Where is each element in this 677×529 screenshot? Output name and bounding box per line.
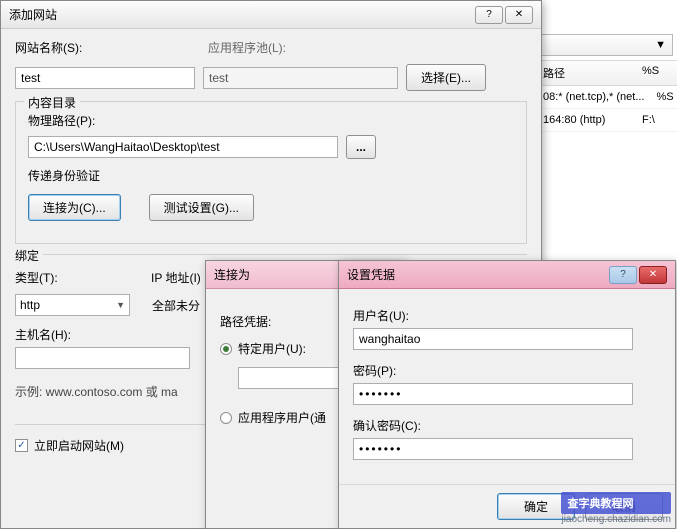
list-row-b: F:\ <box>636 109 677 132</box>
close-button[interactable]: ✕ <box>505 6 533 24</box>
titlebar: 添加网站 ? ✕ <box>1 1 541 29</box>
site-name-input[interactable] <box>15 67 195 89</box>
app-pool-label: 应用程序池(L): <box>208 39 286 56</box>
column-header[interactable]: 路径 <box>537 60 636 86</box>
dialog-title: 设置凭据 <box>347 266 395 283</box>
start-now-checkbox[interactable]: ✓ <box>15 439 28 452</box>
specific-user-radio[interactable] <box>220 343 232 355</box>
binding-legend: 绑定 <box>15 247 43 264</box>
background-list: ▼ 路径 %S 08:* (net.tcp),* (net... %S 164:… <box>537 30 677 132</box>
content-dir-legend: 内容目录 <box>24 94 80 111</box>
confirm-password-label: 确认密码(C): <box>353 417 661 434</box>
list-row[interactable]: 08:* (net.tcp),* (net... <box>537 86 651 109</box>
list-row-b: %S <box>651 86 677 109</box>
password-label: 密码(P): <box>353 362 661 379</box>
test-settings-button[interactable]: 测试设置(G)... <box>149 194 254 221</box>
list-row[interactable]: 164:80 (http) <box>537 109 636 132</box>
type-dropdown[interactable]: http ▼ <box>15 294 130 316</box>
titlebar: 设置凭据 ? ✕ <box>339 261 675 289</box>
phys-path-label: 物理路径(P): <box>28 112 514 129</box>
type-label: 类型(T): <box>15 269 143 286</box>
app-user-label: 应用程序用户(通 <box>238 409 326 426</box>
browse-button[interactable]: ... <box>346 135 376 159</box>
pass-auth-label: 传递身份验证 <box>28 167 514 184</box>
ip-label: IP 地址(I) <box>151 269 201 286</box>
help-button[interactable]: ? <box>609 266 637 284</box>
chevron-down-icon: ▼ <box>655 39 666 51</box>
ip-value: 全部未分 <box>152 297 200 314</box>
type-value: http <box>20 298 40 312</box>
username-label: 用户名(U): <box>353 307 661 324</box>
select-pool-button[interactable]: 选择(E)... <box>406 64 486 91</box>
ok-button[interactable]: 确定 <box>497 493 575 520</box>
start-now-label: 立即启动网站(M) <box>34 437 124 454</box>
site-name-label: 网站名称(S): <box>15 39 200 56</box>
help-button[interactable]: ? <box>475 6 503 24</box>
set-credentials-dialog: 设置凭据 ? ✕ 用户名(U): 密码(P): 确认密码(C): 确定 取消 <box>338 260 676 529</box>
specific-user-label: 特定用户(U): <box>238 340 306 357</box>
connect-as-button[interactable]: 连接为(C)... <box>28 194 121 221</box>
host-input[interactable] <box>15 347 190 369</box>
dialog-title: 连接为 <box>214 266 250 283</box>
dialog-body: 用户名(U): 密码(P): 确认密码(C): <box>339 289 675 470</box>
cancel-button[interactable]: 取消 <box>585 493 663 520</box>
content-dir-fieldset: 内容目录 物理路径(P): ... 传递身份验证 连接为(C)... 测试设置(… <box>15 101 527 244</box>
username-input[interactable] <box>353 328 633 350</box>
app-user-radio[interactable] <box>220 412 232 424</box>
confirm-password-input[interactable] <box>353 438 633 460</box>
close-button[interactable]: ✕ <box>639 266 667 284</box>
dialog-title: 添加网站 <box>9 6 57 23</box>
phys-path-input[interactable] <box>28 136 338 158</box>
column-header-2[interactable]: %S <box>636 60 677 86</box>
filter-dropdown[interactable]: ▼ <box>541 34 673 56</box>
chevron-down-icon: ▼ <box>116 300 125 310</box>
app-pool-input <box>203 67 398 89</box>
password-input[interactable] <box>353 383 633 405</box>
